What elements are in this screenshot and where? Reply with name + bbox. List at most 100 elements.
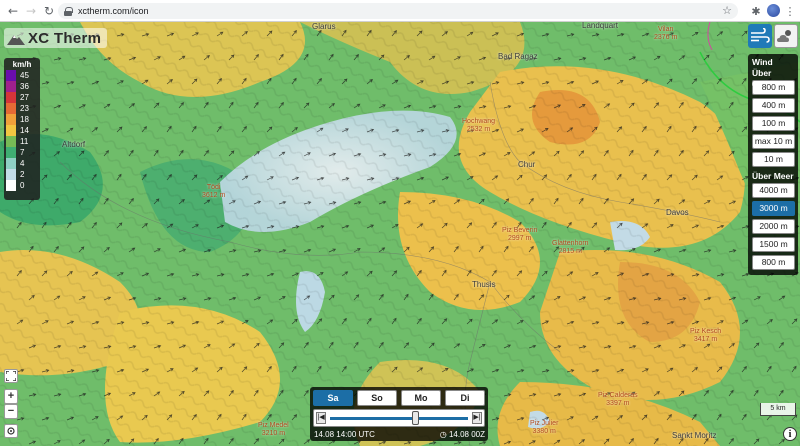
forward-button[interactable]: → — [22, 2, 40, 20]
profile-avatar[interactable] — [767, 4, 780, 17]
place-label: Altdorf — [62, 140, 86, 149]
legend-unit: km/h — [12, 60, 32, 69]
legend-swatch — [6, 70, 16, 81]
wind-speed-legend: km/h 45 36 27 23 18 14 11 7 4 2 0 — [4, 58, 40, 200]
day-tab[interactable]: Sa — [313, 390, 353, 406]
zoom-out-button[interactable]: − — [4, 404, 18, 419]
map-scale: 5 km — [760, 403, 796, 416]
place-label: Chur — [518, 160, 536, 169]
peak-label: Hochwang 2532 m — [462, 118, 496, 133]
place-label: Davos — [666, 208, 689, 217]
step-forward-button[interactable]: ▶| — [472, 412, 482, 424]
current-time: 14.08 14:00 UTC — [314, 430, 375, 439]
legend-swatch — [6, 114, 16, 125]
legend-value: 0 — [20, 181, 25, 190]
app-logo[interactable]: XC Therm — [4, 28, 108, 48]
reload-button[interactable]: ↻ — [40, 2, 58, 20]
legend-value: 36 — [20, 82, 29, 91]
locate-button[interactable] — [4, 424, 18, 438]
fullscreen-button[interactable] — [4, 369, 18, 383]
legend-swatch — [6, 103, 16, 114]
map-canvas — [0, 22, 800, 446]
place-label: Glarus — [312, 22, 336, 31]
legend-row: 2 — [6, 169, 38, 180]
crosshair-icon — [7, 427, 15, 435]
time-slider[interactable]: |◀ ▶| — [313, 409, 485, 427]
wind-section-title: Wind — [752, 57, 773, 67]
place-label: Landquart — [582, 22, 619, 30]
legend-row: 36 — [6, 81, 38, 92]
legend-row: 27 — [6, 92, 38, 103]
ground-section-title: Über Grund — [752, 68, 778, 89]
legend-value: 4 — [20, 159, 25, 168]
slider-thumb[interactable] — [412, 411, 419, 425]
legend-value: 11 — [20, 137, 29, 146]
slider-track[interactable] — [330, 417, 468, 420]
thermal-mode-button[interactable] — [774, 24, 798, 48]
legend-row: 18 — [6, 114, 38, 125]
legend-swatch — [6, 147, 16, 158]
place-label: Bad Ragaz — [498, 52, 538, 61]
level-button[interactable]: 1500 m — [752, 237, 795, 252]
legend-value: 18 — [20, 115, 29, 124]
model-run-time: ◷ 14.08 00Z — [439, 430, 485, 439]
legend-swatch — [6, 158, 16, 169]
legend-value: 14 — [20, 126, 29, 135]
peak-label: Tödi 3612 m — [202, 184, 226, 199]
legend-value: 45 — [20, 71, 29, 80]
fullscreen-icon — [6, 371, 16, 381]
legend-swatch — [6, 92, 16, 103]
logo-mountain-icon — [7, 32, 25, 45]
legend-swatch — [6, 125, 16, 136]
legend-value: 7 — [20, 148, 25, 157]
sea-section-title: Über Meer — [752, 171, 794, 181]
level-button[interactable]: 400 m — [752, 98, 795, 113]
legend-row: 11 — [6, 136, 38, 147]
peak-label: Piz Beverin 2997 m — [502, 227, 538, 242]
level-button[interactable]: max 10 m — [752, 134, 795, 149]
legend-row: 7 — [6, 147, 38, 158]
legend-swatch — [6, 81, 16, 92]
legend-swatch — [6, 169, 16, 180]
day-tab[interactable]: So — [357, 390, 397, 406]
wind-mode-button[interactable] — [748, 24, 772, 48]
level-button[interactable]: 10 m — [752, 152, 795, 167]
peak-label: Piz Calderas 3397 m — [598, 392, 638, 407]
weather-map[interactable]: Glarus Altdorf Chur Thusis Davos Bad Rag… — [0, 22, 800, 446]
level-button[interactable]: 4000 m — [752, 183, 795, 198]
peak-label: Piz Medel 3210 m — [258, 422, 289, 437]
extensions-puzzle-icon[interactable]: ✱ — [748, 3, 764, 19]
info-button[interactable]: i — [783, 427, 797, 441]
legend-swatch — [6, 180, 16, 191]
cloud-sun-icon — [777, 30, 791, 42]
legend-row: 23 — [6, 103, 38, 114]
time-control: Sa So Mo Di |◀ ▶| 14.08 14:00 UTC ◷ 14.08 0… — [310, 387, 488, 441]
level-button[interactable]: 3000 m — [752, 201, 795, 216]
url-text: xctherm.com/icon — [78, 6, 149, 16]
peak-label: Vilan 2376 m — [654, 26, 678, 41]
lock-icon — [64, 6, 73, 16]
browser-toolbar: ← → ↻ xctherm.com/icon ☆ ✱ ⋮ — [0, 0, 800, 22]
place-label: Thusis — [472, 280, 496, 289]
clock-icon: ◷ — [439, 430, 447, 439]
level-button[interactable]: 100 m — [752, 116, 795, 131]
level-button[interactable]: 2000 m — [752, 219, 795, 234]
legend-swatch — [6, 136, 16, 147]
zoom-in-button[interactable]: + — [4, 389, 18, 404]
bookmark-star-icon[interactable]: ☆ — [722, 3, 732, 19]
legend-row: 14 — [6, 125, 38, 136]
legend-value: 23 — [20, 104, 29, 113]
legend-value: 27 — [20, 93, 29, 102]
day-tab[interactable]: Di — [445, 390, 485, 406]
browser-menu-icon[interactable]: ⋮ — [782, 3, 798, 19]
layer-panel: Wind Über Grund 800 m 400 m 100 m max 10 m 1… — [748, 24, 798, 282]
level-button[interactable]: 800 m — [752, 255, 795, 270]
peak-label: Piz Kesch 3417 m — [690, 328, 722, 343]
back-button[interactable]: ← — [4, 2, 22, 20]
legend-row: 0 — [6, 180, 38, 191]
day-tab[interactable]: Mo — [401, 390, 441, 406]
address-bar[interactable]: xctherm.com/icon ☆ — [58, 3, 738, 19]
legend-row: 4 — [6, 158, 38, 169]
step-back-button[interactable]: |◀ — [316, 412, 326, 424]
peak-label: Piz Julier 3380 m — [530, 420, 559, 435]
